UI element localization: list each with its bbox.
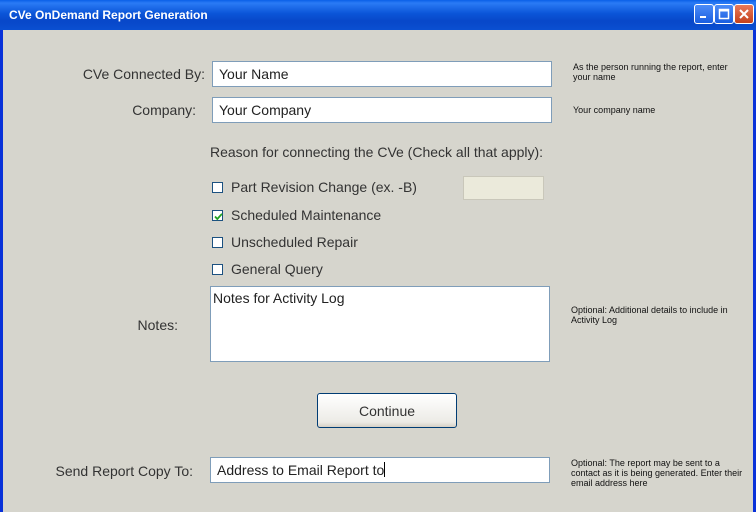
unscheduled-repair-label: Unscheduled Repair: [231, 234, 358, 250]
connected-by-label: CVe Connected By:: [82, 66, 205, 82]
send-copy-hint: Optional: The report may be sent to a co…: [571, 458, 743, 488]
scheduled-maintenance-checkbox[interactable]: [212, 209, 223, 221]
send-copy-input[interactable]: Address to Email Report to: [210, 457, 550, 483]
part-revision-label: Part Revision Change (ex. -B): [231, 179, 417, 195]
connected-by-input[interactable]: Your Name: [212, 61, 552, 87]
minimize-icon: [700, 16, 706, 18]
close-icon: [739, 9, 749, 19]
reason-general-query[interactable]: General Query: [212, 261, 323, 277]
send-copy-label: Send Report Copy To:: [55, 463, 194, 479]
text-cursor: [384, 462, 386, 477]
maximize-button[interactable]: [714, 4, 734, 24]
reason-unscheduled-repair[interactable]: Unscheduled Repair: [212, 234, 358, 250]
maximize-icon: [718, 8, 730, 20]
general-query-checkbox[interactable]: [212, 263, 223, 275]
reason-heading: Reason for connecting the CVe (Check all…: [210, 144, 544, 160]
general-query-label: General Query: [231, 261, 323, 277]
reason-scheduled-maintenance[interactable]: Scheduled Maintenance: [212, 207, 381, 223]
notes-hint: Optional: Additional details to include …: [571, 305, 728, 325]
company-hint: Your company name: [573, 105, 656, 115]
form-panel: CVe Connected By: Your Name As the perso…: [3, 30, 753, 512]
connected-by-hint: As the person running the report, enter …: [573, 62, 728, 82]
title-bar[interactable]: CVe OnDemand Report Generation: [0, 0, 756, 30]
close-button[interactable]: [734, 4, 754, 24]
window-title: CVe OnDemand Report Generation: [9, 8, 208, 22]
notes-textarea[interactable]: Notes for Activity Log: [210, 286, 550, 362]
continue-button[interactable]: Continue: [317, 393, 457, 428]
minimize-button[interactable]: [694, 4, 714, 24]
app-window: CVe OnDemand Report Generation CVe Conne…: [0, 0, 756, 512]
checkmark-icon: [214, 212, 223, 220]
send-copy-value: Address to Email Report to: [217, 462, 385, 478]
reason-part-revision[interactable]: Part Revision Change (ex. -B): [212, 179, 417, 195]
revision-input: [463, 176, 544, 200]
scheduled-maintenance-label: Scheduled Maintenance: [231, 207, 382, 223]
unscheduled-repair-checkbox[interactable]: [212, 236, 223, 248]
notes-label: Notes:: [137, 317, 178, 333]
company-input[interactable]: Your Company: [212, 97, 552, 123]
company-label: Company:: [132, 102, 196, 118]
part-revision-checkbox[interactable]: [212, 181, 223, 193]
